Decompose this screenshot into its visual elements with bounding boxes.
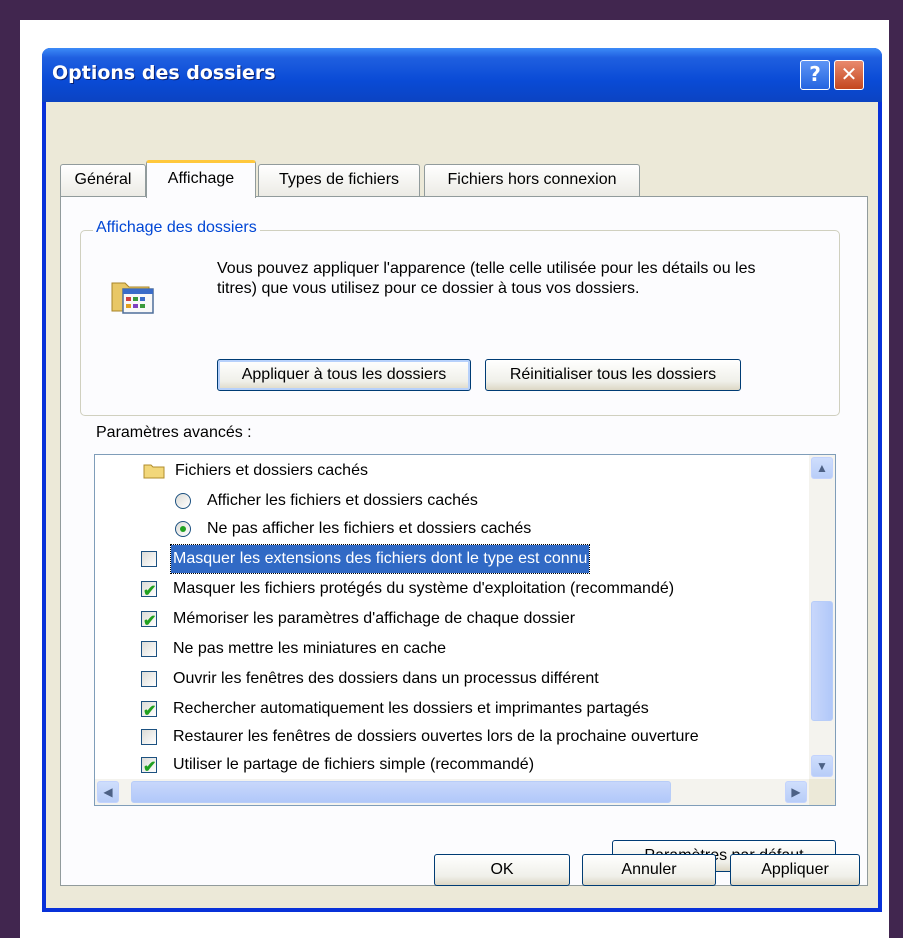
list-item-label: Masquer les fichiers protégés du système… [173, 580, 675, 597]
group-description: Vous pouvez appliquer l'apparence (telle… [217, 260, 756, 297]
scrollbar-corner [809, 779, 835, 805]
close-icon: ✕ [840, 62, 858, 86]
list-item-label: Fichiers et dossiers cachés [175, 462, 368, 479]
list-item-label: Mémoriser les paramètres d'affichage de … [173, 610, 576, 627]
checkbox[interactable]: ✔ [141, 701, 157, 720]
chevron-down-icon: ▼ [816, 759, 828, 773]
list-item-label: Afficher les fichiers et dossiers cachés [207, 492, 478, 509]
list-item-label: Ne pas mettre les miniatures en cache [173, 640, 447, 657]
list-item-label: Masquer les extensions des fichiers dont… [169, 544, 591, 574]
group-legend: Affichage des dossiers [93, 219, 260, 237]
check-icon: ✔ [143, 759, 157, 776]
scroll-right-button[interactable]: ▶ [785, 781, 807, 803]
title-bar[interactable]: Options des dossiers ? ✕ [42, 48, 882, 102]
folder-options-dialog: Options des dossiers ? ✕ Général Afficha… [42, 48, 882, 912]
checkbox[interactable] [141, 551, 157, 567]
advanced-settings-list[interactable]: Fichiers et dossiers cachés Afficher les… [94, 454, 836, 806]
help-button[interactable]: ? [800, 60, 830, 90]
tab-general[interactable]: Général [60, 164, 146, 196]
close-button[interactable]: ✕ [834, 60, 864, 90]
check-icon: ✔ [143, 703, 157, 720]
horizontal-scrollbar[interactable]: ◀ ▶ [95, 779, 809, 805]
list-item-label: Rechercher automatiquement les dossiers … [173, 700, 649, 717]
tab-affichage[interactable]: Affichage [146, 160, 256, 198]
list-item-label: Ne pas afficher les fichiers et dossiers… [207, 520, 532, 537]
radio-dot [180, 526, 186, 532]
list-item-label: Utiliser le partage de fichiers simple (… [173, 756, 535, 773]
vertical-scroll-thumb[interactable] [811, 601, 833, 721]
checkbox[interactable] [141, 641, 157, 657]
checkbox[interactable]: ✔ [141, 611, 157, 630]
folder-icon [143, 464, 165, 479]
checkbox[interactable] [141, 671, 157, 687]
tab-fichiers-hors-connexion[interactable]: Fichiers hors connexion [424, 164, 640, 196]
apply-to-all-folders-button[interactable]: Appliquer à tous les dossiers [217, 359, 471, 391]
checkbox[interactable] [141, 729, 157, 745]
vertical-scrollbar[interactable]: ▲ ▼ [809, 455, 835, 779]
checkbox[interactable]: ✔ [141, 757, 157, 776]
reset-all-folders-button[interactable]: Réinitialiser tous les dossiers [485, 359, 741, 391]
folder-view-group: Affichage des dossiers Vous pouvez appli… [80, 219, 840, 416]
apply-button[interactable]: Appliquer [730, 854, 860, 886]
chevron-right-icon: ▶ [791, 785, 801, 799]
outer-frame-left [0, 0, 20, 938]
outer-frame-right [889, 0, 903, 938]
checkbox[interactable]: ✔ [141, 581, 157, 600]
ok-button[interactable]: OK [434, 854, 570, 886]
chevron-up-icon: ▲ [816, 461, 828, 475]
help-icon: ? [809, 62, 821, 86]
dialog-title: Options des dossiers [52, 62, 276, 84]
horizontal-scroll-thumb[interactable] [131, 781, 671, 803]
dialog-body: Général Affichage Types de fichiers Fich… [46, 102, 878, 908]
check-icon: ✔ [143, 583, 157, 600]
tab-types-de-fichiers[interactable]: Types de fichiers [258, 164, 420, 196]
check-icon: ✔ [143, 613, 157, 630]
cancel-button[interactable]: Annuler [582, 854, 716, 886]
advanced-settings-label: Paramètres avancés : [96, 424, 252, 441]
scroll-down-button[interactable]: ▼ [811, 755, 833, 777]
radio-button[interactable] [175, 493, 191, 509]
list-item-label: Ouvrir les fenêtres des dossiers dans un… [173, 670, 599, 687]
outer-frame-top [0, 0, 903, 20]
chevron-left-icon: ◀ [103, 785, 113, 799]
list-item-label: Restaurer les fenêtres de dossiers ouver… [173, 728, 699, 745]
folder-options-icon [111, 282, 154, 314]
radio-button[interactable] [175, 521, 191, 537]
scroll-up-button[interactable]: ▲ [811, 457, 833, 479]
scroll-left-button[interactable]: ◀ [97, 781, 119, 803]
